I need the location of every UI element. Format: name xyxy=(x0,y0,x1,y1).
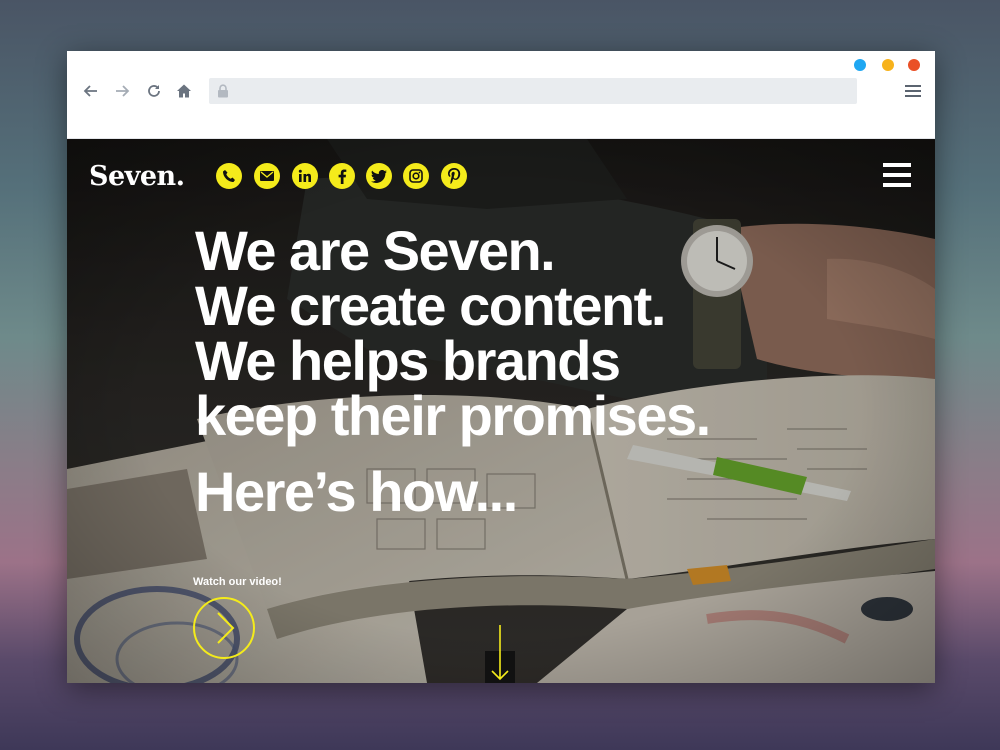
address-input[interactable] xyxy=(237,78,847,104)
headline-line: We are Seven. xyxy=(195,219,556,282)
hamburger-icon-bar xyxy=(905,95,921,97)
facebook-icon xyxy=(338,168,347,184)
home-icon xyxy=(177,84,191,98)
mail-button[interactable] xyxy=(254,163,280,189)
linkedin-button[interactable] xyxy=(292,163,318,189)
video-label: Watch our video! xyxy=(193,576,282,588)
scroll-down-button[interactable] xyxy=(485,625,515,683)
headline-line: We helps brands xyxy=(195,329,621,392)
home-button[interactable] xyxy=(172,79,196,103)
hero-section: Seven. We are Seven. We create content. … xyxy=(67,139,935,683)
traffic-light-blue[interactable] xyxy=(854,59,866,71)
hamburger-icon xyxy=(883,163,911,167)
phone-icon xyxy=(223,170,235,182)
browser-toolbar xyxy=(67,51,935,139)
reload-icon xyxy=(148,85,160,97)
reload-button[interactable] xyxy=(142,79,166,103)
instagram-button[interactable] xyxy=(403,163,429,189)
back-button[interactable] xyxy=(79,79,103,103)
address-bar[interactable] xyxy=(209,78,857,104)
chevron-right-icon xyxy=(217,612,235,644)
site-logo[interactable]: Seven. xyxy=(89,161,185,192)
hamburger-icon-bar xyxy=(883,173,911,177)
forward-button[interactable] xyxy=(110,79,134,103)
lock-icon xyxy=(218,84,228,98)
hamburger-icon xyxy=(905,85,921,87)
hamburger-icon-bar xyxy=(905,90,921,92)
hamburger-icon-bar xyxy=(883,183,911,187)
arrow-down-icon xyxy=(491,625,509,681)
browser-menu-button[interactable] xyxy=(903,83,923,99)
mail-icon xyxy=(260,171,274,181)
phone-button[interactable] xyxy=(216,163,242,189)
facebook-button[interactable] xyxy=(329,163,355,189)
instagram-icon xyxy=(409,169,423,183)
traffic-light-yellow[interactable] xyxy=(882,59,894,71)
pinterest-icon xyxy=(448,168,461,184)
site-menu-button[interactable] xyxy=(883,163,911,187)
twitter-button[interactable] xyxy=(366,163,392,189)
browser-window: Seven. We are Seven. We create content. … xyxy=(67,51,935,683)
headline-line: We create content. xyxy=(195,274,666,337)
forward-arrow-icon xyxy=(116,85,130,97)
back-arrow-icon xyxy=(83,85,97,97)
play-video-button[interactable] xyxy=(193,597,255,659)
hero-headline: We are Seven. We create content. We help… xyxy=(195,219,711,447)
traffic-light-red[interactable] xyxy=(908,59,920,71)
hero-subheadline: Here’s how... xyxy=(195,460,518,523)
headline-line: keep their promises. xyxy=(195,384,711,447)
twitter-icon xyxy=(371,169,387,183)
pinterest-button[interactable] xyxy=(441,163,467,189)
linkedin-icon xyxy=(298,169,311,182)
